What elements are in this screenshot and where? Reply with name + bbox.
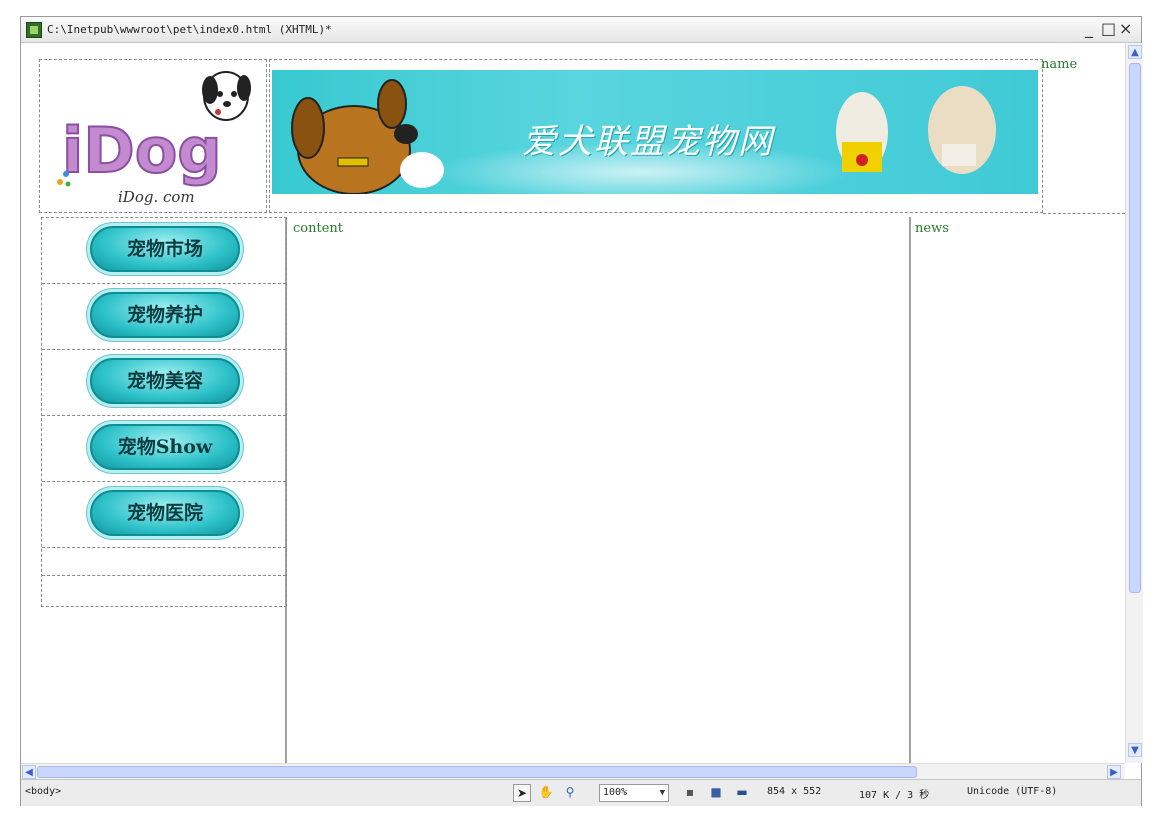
download-size-time: 107 K / 3 秒: [859, 790, 930, 801]
vertical-scroll-thumb[interactable]: [1129, 63, 1141, 593]
news-placeholder-label: news: [915, 221, 949, 236]
tag-selector[interactable]: <body>: [25, 786, 61, 797]
idog-logo-image: iDog iDog. com: [57, 71, 251, 206]
nav-button-label: 宠物医院: [126, 502, 203, 524]
zoom-tool-icon[interactable]: ⚲: [561, 784, 579, 802]
nav-row: 宠物养护: [42, 284, 286, 350]
banner-slogan: 爱犬联盟宠物网: [522, 122, 774, 162]
encoding-label: Unicode (UTF-8): [967, 786, 1058, 797]
hand-tool-icon[interactable]: ✋: [537, 784, 555, 802]
nav-button-pet-care[interactable]: 宠物养护: [90, 292, 240, 338]
scroll-down-icon[interactable]: ▼: [1128, 743, 1142, 757]
name-placeholder-label: name: [1041, 57, 1078, 72]
nav-button-label: 宠物市场: [126, 238, 203, 260]
logo-caption: iDog. com: [118, 188, 195, 206]
nav-panel: 宠物市场 宠物养护 宠物美容 宠物Show 宠物医院: [41, 217, 287, 607]
nav-row: 宠物Show: [42, 416, 286, 482]
logo-letters: iDog: [62, 114, 222, 187]
nav-row: 宠物市场: [42, 218, 286, 284]
nav-row-empty[interactable]: [42, 548, 286, 576]
horizontal-scrollbar[interactable]: ◀ ▶: [21, 763, 1125, 779]
pointer-tool-icon[interactable]: ➤: [513, 784, 531, 802]
minimize-button[interactable]: _: [1085, 20, 1093, 38]
banner-image: 爱犬联盟宠物网: [272, 70, 1038, 194]
left-column: 宠物市场 宠物养护 宠物美容 宠物Show 宠物医院: [39, 217, 287, 763]
zoom-select[interactable]: 100% ▼: [599, 784, 669, 802]
scroll-right-icon[interactable]: ▶: [1107, 765, 1121, 779]
window-size-medium-icon[interactable]: ■: [707, 784, 725, 802]
window-size-small-icon[interactable]: ▪: [681, 784, 699, 802]
nav-button-label: 宠物养护: [126, 304, 203, 326]
nav-button-pet-market[interactable]: 宠物市场: [90, 226, 240, 272]
nav-button-pet-show[interactable]: 宠物Show: [90, 424, 240, 470]
content-column[interactable]: content: [289, 217, 909, 763]
content-placeholder-label: content: [293, 221, 343, 236]
scroll-left-icon[interactable]: ◀: [22, 765, 36, 779]
status-bar: <body> ➤ ✋ ⚲ 100% ▼ ▪ ■ ▬ 854 x 552 107 …: [21, 779, 1141, 806]
nav-row: 宠物医院: [42, 482, 286, 548]
scroll-up-icon[interactable]: ▲: [1128, 45, 1142, 59]
vertical-scrollbar[interactable]: ▲ ▼: [1125, 43, 1143, 763]
banner-cell[interactable]: 爱犬联盟宠物网: [269, 59, 1043, 213]
nav-button-label: 宠物美容: [126, 370, 203, 392]
nav-row: 宠物美容: [42, 350, 286, 416]
document-title: C:\Inetpub\wwwroot\pet\index0.html (XHTM…: [47, 23, 332, 36]
close-button[interactable]: ×: [1119, 20, 1132, 38]
news-column[interactable]: news: [909, 217, 1125, 763]
maximize-button[interactable]: □: [1101, 20, 1116, 38]
window-size-monitor-icon[interactable]: ▬: [733, 784, 751, 802]
chevron-down-icon: ▼: [659, 788, 665, 798]
nav-button-pet-hospital[interactable]: 宠物医院: [90, 490, 240, 536]
logo-cell[interactable]: iDog iDog. com: [39, 59, 267, 213]
horizontal-scroll-thumb[interactable]: [37, 766, 917, 778]
zoom-value: 100%: [603, 787, 628, 798]
nav-button-label: 宠物Show: [117, 436, 213, 458]
title-bar[interactable]: C:\Inetpub\wwwroot\pet\index0.html (XHTM…: [21, 17, 1141, 43]
design-canvas[interactable]: iDog iDog. com 爱犬联盟宠物网 name 宠物市场 宠物养护 宠物…: [21, 43, 1125, 763]
window-dimensions[interactable]: 854 x 552: [767, 786, 821, 797]
editor-window: C:\Inetpub\wwwroot\pet\index0.html (XHTM…: [20, 16, 1143, 806]
nav-button-pet-grooming[interactable]: 宠物美容: [90, 358, 240, 404]
dreamweaver-app-icon: [26, 22, 42, 38]
